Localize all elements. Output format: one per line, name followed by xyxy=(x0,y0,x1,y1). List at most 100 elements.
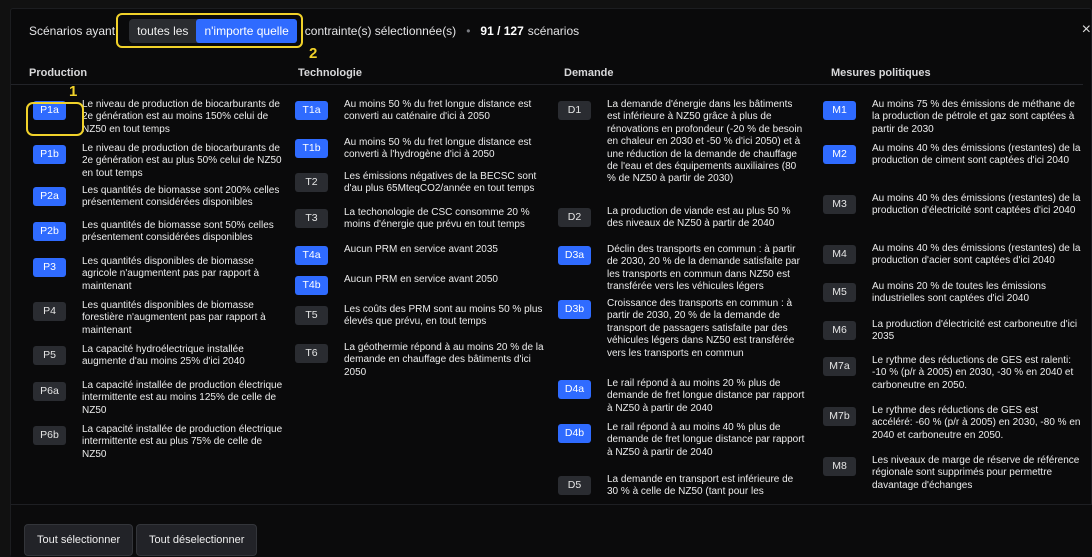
constraint-toggle-t6[interactable]: T6 xyxy=(295,344,328,363)
constraint-item-p6a: P6a La capacité installée de production é… xyxy=(33,380,283,417)
constraint-toggle-t4b[interactable]: T4b xyxy=(295,276,328,295)
constraint-toggle-m1[interactable]: M1 xyxy=(823,101,856,120)
constraint-description: Au moins 50 % du fret longue distance es… xyxy=(344,99,532,123)
constraint-description: Au moins 20 % de toutes les émissions in… xyxy=(872,281,1046,305)
constraint-item-d2: D2 La production de viande est au plus 50… xyxy=(558,206,806,231)
constraint-description: La production de viande est au plus 50 %… xyxy=(607,206,791,230)
header-suffix: contrainte(s) sélectionnée(s) xyxy=(304,24,457,38)
constraint-description: Les quantités disponibles de biomasse fo… xyxy=(82,300,266,336)
constraint-item-t3: T3 La techonologie de CSC consomme 20 % m… xyxy=(295,207,553,232)
constraint-description: Les émissions négatives de la BECSC sont… xyxy=(344,171,537,195)
constraint-item-t4a: T4a Aucun PRM en service avant 2035 xyxy=(295,244,498,265)
match-mode-toggle: toutes les n'importe quelle xyxy=(129,19,297,43)
constraint-description: Aucun PRM en service avant 2050 xyxy=(344,274,498,285)
constraint-toggle-d2[interactable]: D2 xyxy=(558,208,591,227)
constraint-toggle-t2[interactable]: T2 xyxy=(295,173,328,192)
constraint-description: Les niveaux de marge de réserve de référ… xyxy=(872,455,1080,491)
scenario-count: 91 / 127 xyxy=(480,24,524,38)
constraint-description: Au moins 40 % des émissions (restantes) … xyxy=(872,193,1081,217)
constraint-description: La demande en transport est inférieure d… xyxy=(607,474,794,498)
constraint-toggle-d3a[interactable]: D3a xyxy=(558,246,591,265)
constraint-description: La production d'électricité est carboneu… xyxy=(872,319,1078,343)
constraint-item-p1a: P1a Le niveau de production de biocarbura… xyxy=(33,99,283,136)
constraint-item-p3: P3 Les quantités disponibles de biomasse … xyxy=(33,256,283,293)
constraint-item-m2: M2 Au moins 40 % des émissions (restantes… xyxy=(823,143,1081,168)
separator-dot: • xyxy=(466,24,471,38)
constraint-description: Les quantités de biomasse sont 50% celle… xyxy=(82,220,274,244)
header-divider xyxy=(11,84,1083,85)
constraint-description: La demande d'énergie dans les bâtiments … xyxy=(607,99,803,185)
constraint-description: La capacité installée de production élec… xyxy=(82,424,283,460)
constraint-toggle-m8[interactable]: M8 xyxy=(823,457,856,476)
constraint-toggle-t4a[interactable]: T4a xyxy=(295,246,328,265)
constraint-description: Le rail répond à au moins 20 % plus de d… xyxy=(607,378,805,414)
constraint-toggle-d4a[interactable]: D4a xyxy=(558,380,591,399)
constraint-description: Au moins 40 % des émissions (restantes) … xyxy=(872,143,1081,167)
constraint-toggle-t1b[interactable]: T1b xyxy=(295,139,328,158)
constraint-toggle-p1b[interactable]: P1b xyxy=(33,145,66,164)
constraint-item-d3b: D3b Croissance des transports en commun :… xyxy=(558,298,806,360)
deselect-all-button[interactable]: Tout déselectionner xyxy=(136,524,258,556)
constraint-item-m8: M8 Les niveaux de marge de réserve de réf… xyxy=(823,455,1081,492)
constraint-item-d3a: D3a Déclin des transports en commun : à p… xyxy=(558,244,806,294)
toggle-any-button[interactable]: n'importe quelle xyxy=(196,19,297,43)
toggle-all-button[interactable]: toutes les xyxy=(129,19,196,43)
constraint-description: Le niveau de production de biocarburants… xyxy=(82,143,282,179)
constraint-toggle-m4[interactable]: M4 xyxy=(823,245,856,264)
scenario-filter-panel: Scénarios ayant toutes les n'importe que… xyxy=(10,8,1092,557)
constraint-item-m5: M5 Au moins 20 % de toutes les émissions … xyxy=(823,281,1081,306)
constraint-item-m3: M3 Au moins 40 % des émissions (restantes… xyxy=(823,193,1081,218)
constraint-toggle-d5[interactable]: D5 xyxy=(558,476,591,495)
constraint-item-p5: P5 La capacité hydroélectrique installée … xyxy=(33,344,283,369)
annotation-step-2: 2 xyxy=(309,45,318,62)
constraint-toggle-p6b[interactable]: P6b xyxy=(33,426,66,445)
constraint-description: La capacité installée de production élec… xyxy=(82,380,283,416)
constraint-toggle-m7a[interactable]: M7a xyxy=(823,357,856,376)
constraint-description: Le rythme des réductions de GES est rale… xyxy=(872,355,1074,391)
constraint-toggle-d4b[interactable]: D4b xyxy=(558,424,591,443)
constraint-description: Croissance des transports en commun : à … xyxy=(607,298,795,359)
close-icon[interactable]: × xyxy=(1082,21,1091,39)
constraint-toggle-p6a[interactable]: P6a xyxy=(33,382,66,401)
constraint-item-m7b: M7b Le rythme des réductions de GES est a… xyxy=(823,405,1081,442)
constraint-toggle-p3[interactable]: P3 xyxy=(33,258,66,277)
constraint-item-t1b: T1b Au moins 50 % du fret longue distance… xyxy=(295,137,553,162)
constraint-toggle-p5[interactable]: P5 xyxy=(33,346,66,365)
constraint-item-d4a: D4a Le rail répond à au moins 20 % plus d… xyxy=(558,378,806,415)
constraint-toggle-m3[interactable]: M3 xyxy=(823,195,856,214)
constraint-description: Au moins 75 % des émissions de méthane d… xyxy=(872,99,1075,135)
constraint-item-t4b: T4b Aucun PRM en service avant 2050 xyxy=(295,274,498,295)
constraint-toggle-t1a[interactable]: T1a xyxy=(295,101,328,120)
constraint-item-m1: M1 Au moins 75 % des émissions de méthane… xyxy=(823,99,1081,136)
constraint-toggle-p1a[interactable]: P1a xyxy=(33,101,66,120)
constraint-description: La géothermie répond à au moins 20 % de … xyxy=(344,342,544,378)
constraint-description: Les coûts des PRM sont au moins 50 % plu… xyxy=(344,304,543,328)
constraint-description: La capacité hydroélectrique installée au… xyxy=(82,344,245,368)
scenario-count-label: scénarios xyxy=(527,24,580,38)
select-all-button[interactable]: Tout sélectionner xyxy=(24,524,134,556)
constraint-item-d5: D5 La demande en transport est inférieure… xyxy=(558,474,806,499)
constraint-description: Au moins 40 % des émissions (restantes) … xyxy=(872,243,1081,267)
constraint-toggle-d3b[interactable]: D3b xyxy=(558,300,591,319)
constraint-item-p2a: P2a Les quantités de biomasse sont 200% c… xyxy=(33,185,283,210)
filter-header: Scénarios ayant toutes les n'importe que… xyxy=(11,9,1092,53)
constraint-toggle-m7b[interactable]: M7b xyxy=(823,407,856,426)
constraint-item-p2b: P2b Les quantités de biomasse sont 50% ce… xyxy=(33,220,283,245)
constraint-description: Le niveau de production de biocarburants… xyxy=(82,99,280,135)
constraint-toggle-t3[interactable]: T3 xyxy=(295,209,328,228)
constraint-item-d4b: D4b Le rail répond à au moins 40 % plus d… xyxy=(558,422,806,459)
constraint-toggle-t5[interactable]: T5 xyxy=(295,306,328,325)
constraint-toggle-p2b[interactable]: P2b xyxy=(33,222,66,241)
constraint-item-p1b: P1b Le niveau de production de biocarbura… xyxy=(33,143,283,180)
constraint-toggle-m6[interactable]: M6 xyxy=(823,321,856,340)
column-header-production: Production xyxy=(29,67,88,79)
constraint-item-m7a: M7a Le rythme des réductions de GES est r… xyxy=(823,355,1081,392)
constraint-toggle-p4[interactable]: P4 xyxy=(33,302,66,321)
constraint-toggle-d1[interactable]: D1 xyxy=(558,101,591,120)
constraint-item-p6b: P6b La capacité installée de production é… xyxy=(33,424,283,461)
constraint-description: La techonologie de CSC consomme 20 % moi… xyxy=(344,207,530,231)
constraint-toggle-p2a[interactable]: P2a xyxy=(33,187,66,206)
constraint-toggle-m5[interactable]: M5 xyxy=(823,283,856,302)
constraint-toggle-m2[interactable]: M2 xyxy=(823,145,856,164)
header-prefix: Scénarios ayant xyxy=(29,24,116,38)
